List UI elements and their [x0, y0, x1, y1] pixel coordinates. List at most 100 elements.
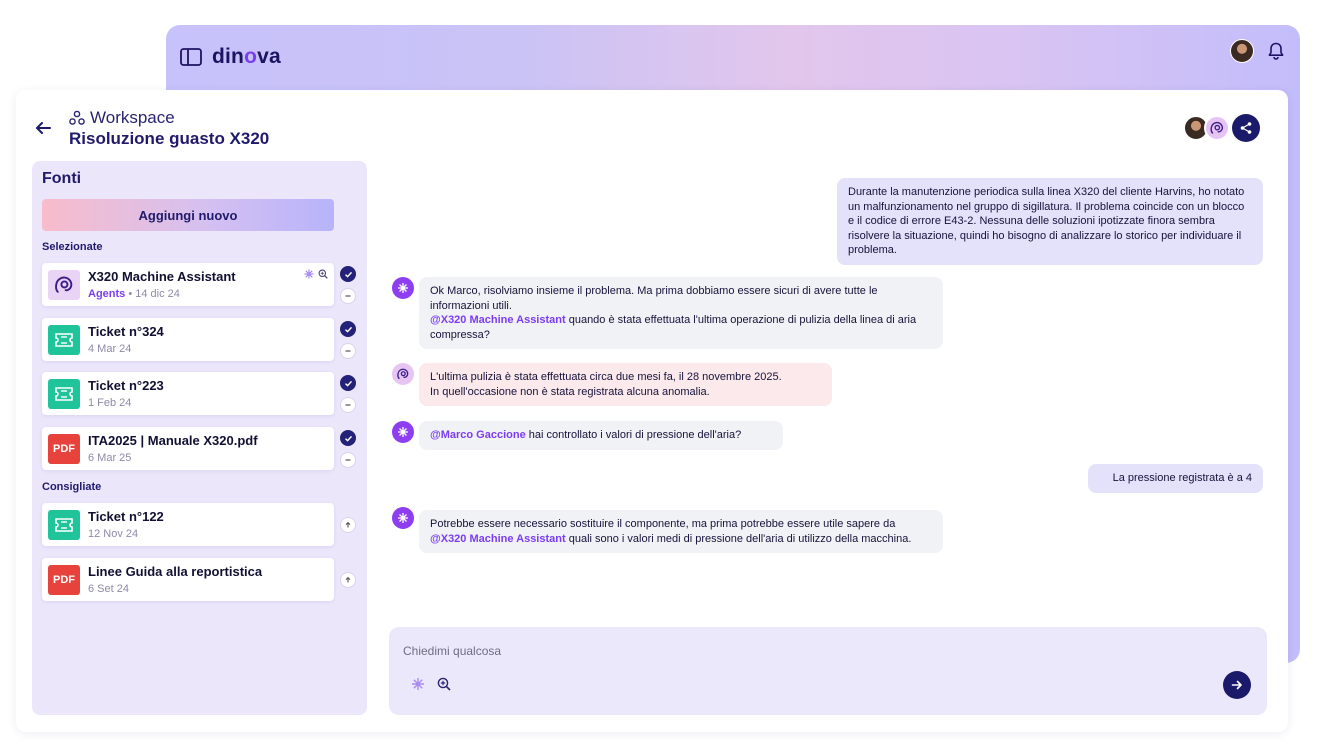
- message-text: quali sono i valori medi di pressione de…: [565, 532, 912, 545]
- source-selected-check[interactable]: [340, 321, 356, 337]
- mention-link[interactable]: @X320 Machine Assistant: [430, 533, 566, 545]
- chat-message-agent: L'ultima pulizia è stata effettuata circ…: [419, 363, 832, 407]
- source-date: 6 Set 24: [88, 583, 129, 595]
- app-stage: dinova Workspace Risoluzione guasto X320: [0, 0, 1318, 756]
- workspace-icon: [69, 110, 85, 125]
- zoom-icon[interactable]: [437, 677, 451, 691]
- user-avatar[interactable]: [1230, 39, 1254, 63]
- source-card-selected[interactable]: PDF ITA2025 | Manuale X320.pdf 6 Mar 25: [42, 427, 334, 470]
- source-title: Ticket n°223: [88, 378, 164, 393]
- agent-avatar: [392, 363, 414, 385]
- check-icon: [344, 380, 352, 387]
- page-title: Risoluzione guasto X320: [69, 129, 270, 148]
- source-selected-check[interactable]: [340, 266, 356, 282]
- source-card-selected[interactable]: X320 Machine Assistant Agents • 14 dic 2…: [42, 263, 334, 306]
- add-source-button[interactable]: Aggiungi nuovo: [42, 199, 334, 231]
- source-remove-button[interactable]: [340, 288, 356, 304]
- share-button[interactable]: [1232, 114, 1260, 142]
- check-icon: [344, 271, 352, 278]
- chat-message-user: Durante la manutenzione periodica sulla …: [837, 178, 1263, 265]
- sparkle-icon: [398, 513, 408, 523]
- source-card-suggested[interactable]: PDF Linee Guida alla reportistica 6 Set …: [42, 558, 334, 601]
- source-meta: Agents • 14 dic 24: [88, 288, 180, 300]
- sources-panel: Fonti Aggiungi nuovo Selezionate X320 Ma…: [32, 161, 367, 715]
- message-text: Potrebbe essere necessario sostituire il…: [430, 518, 896, 530]
- source-card-suggested[interactable]: Ticket n°122 12 Nov 24: [42, 503, 334, 546]
- ticket-icon: [48, 325, 80, 355]
- source-title: Ticket n°122: [88, 509, 164, 524]
- header-actions: [1183, 114, 1260, 142]
- assistant-avatar: [392, 507, 414, 529]
- message-text: Ok Marco, risolviamo insieme il problema…: [430, 285, 878, 312]
- selected-section-label: Selezionate: [42, 241, 103, 253]
- source-remove-button[interactable]: [340, 343, 356, 359]
- chat-input[interactable]: [403, 644, 1183, 658]
- top-bar: dinova: [166, 25, 1300, 89]
- workspace-label: Workspace: [90, 108, 175, 127]
- assistant-avatar: [392, 421, 414, 443]
- arrow-up-icon: [345, 521, 351, 528]
- source-title: ITA2025 | Manuale X320.pdf: [88, 433, 258, 448]
- send-button[interactable]: [1223, 671, 1251, 699]
- app-logo[interactable]: dinova: [212, 45, 281, 69]
- source-card-selected[interactable]: Ticket n°223 1 Feb 24: [42, 372, 334, 415]
- message-text: L'ultima pulizia è stata effettuata circ…: [430, 371, 782, 383]
- source-date: 4 Mar 24: [88, 343, 132, 355]
- message-text: hai controllato i valori di pressione de…: [525, 429, 742, 441]
- source-title: Ticket n°324: [88, 324, 164, 339]
- sources-title: Fonti: [42, 170, 82, 187]
- minus-icon: [345, 295, 351, 297]
- arrow-up-icon: [345, 576, 351, 583]
- participant-avatar-agent[interactable]: [1204, 115, 1230, 141]
- sparkle-icon[interactable]: [304, 269, 314, 279]
- source-date: 14 dic 24: [135, 288, 180, 300]
- agent-icon: [397, 368, 409, 380]
- agent-icon: [48, 270, 80, 300]
- chat-message-assistant: @Marco Gaccione hai controllato i valori…: [419, 421, 783, 450]
- sparkle-icon[interactable]: [411, 677, 425, 691]
- minus-icon: [345, 350, 351, 352]
- sparkle-icon: [398, 283, 408, 293]
- chat-message-user: La pressione registrata è a 4: [1088, 464, 1263, 493]
- sparkle-icon: [398, 427, 408, 437]
- mention-link[interactable]: @X320 Machine Assistant: [430, 314, 566, 326]
- workspace-breadcrumb[interactable]: Workspace: [69, 108, 175, 128]
- source-date: 1 Feb 24: [88, 397, 132, 409]
- pdf-icon: PDF: [48, 565, 80, 595]
- source-title: Linee Guida alla reportistica: [88, 564, 263, 579]
- source-tag: Agents: [88, 288, 126, 300]
- check-icon: [344, 326, 352, 333]
- minus-icon: [345, 404, 351, 406]
- minus-icon: [345, 459, 351, 461]
- zoom-icon[interactable]: [318, 269, 328, 279]
- source-title: X320 Machine Assistant: [88, 269, 236, 284]
- pdf-icon: PDF: [48, 434, 80, 464]
- source-remove-button[interactable]: [340, 397, 356, 413]
- source-add-button[interactable]: [340, 517, 356, 533]
- sidebar-toggle-icon[interactable]: [180, 48, 202, 66]
- source-date: 12 Nov 24: [88, 528, 139, 540]
- workspace-card: Workspace Risoluzione guasto X320 Fonti …: [16, 90, 1288, 732]
- ticket-icon: [48, 510, 80, 540]
- mention-link[interactable]: @Marco Gaccione: [430, 429, 526, 441]
- source-date: 6 Mar 25: [88, 452, 132, 464]
- bell-icon[interactable]: [1266, 41, 1286, 61]
- assistant-avatar: [392, 277, 414, 299]
- check-icon: [344, 435, 352, 442]
- composer-tools: [411, 677, 451, 691]
- ticket-icon: [48, 379, 80, 409]
- source-remove-button[interactable]: [340, 452, 356, 468]
- source-selected-check[interactable]: [340, 375, 356, 391]
- chat-message-assistant: Potrebbe essere necessario sostituire il…: [419, 510, 943, 554]
- agent-icon: [1210, 121, 1224, 134]
- source-selected-check[interactable]: [340, 430, 356, 446]
- source-card-selected[interactable]: Ticket n°324 4 Mar 24: [42, 318, 334, 361]
- source-add-button[interactable]: [340, 572, 356, 588]
- chat-composer: [389, 627, 1267, 715]
- share-icon: [1240, 122, 1252, 134]
- back-arrow-icon[interactable]: [34, 120, 52, 136]
- arrow-right-icon: [1231, 680, 1242, 690]
- source-mini-tools: [304, 269, 328, 279]
- suggested-section-label: Consigliate: [42, 481, 102, 493]
- message-text: In quell'occasione non è stata registrat…: [430, 385, 710, 398]
